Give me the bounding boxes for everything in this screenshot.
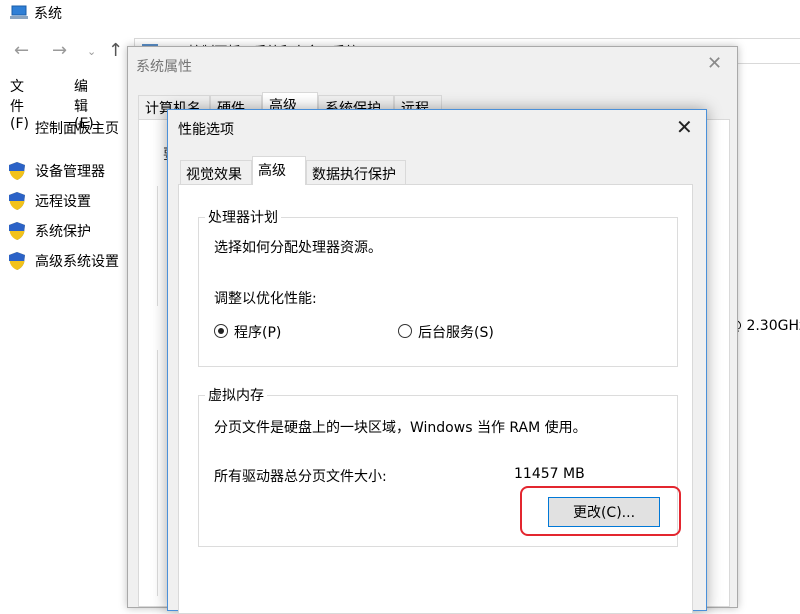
group-border [157, 486, 158, 596]
group-border [157, 350, 158, 490]
recent-locations-button[interactable]: ⌄ [87, 45, 96, 58]
background-services-radio-option[interactable]: 后台服务(S) [398, 322, 528, 342]
menu-file[interactable]: 文件(F) [10, 76, 29, 132]
system-protection-label: 系统保护 [35, 224, 91, 240]
close-icon[interactable]: ✕ [676, 115, 693, 139]
computer-icon [10, 5, 28, 19]
tab-data-execution-prevention[interactable]: 数据执行保护 [306, 160, 406, 184]
total-paging-file-label: 所有驱动器总分页文件大小: [214, 469, 387, 485]
background-services-radio[interactable] [398, 324, 412, 338]
uac-shield-icon [9, 252, 25, 270]
radio-selected-dot [218, 328, 224, 334]
up-button[interactable]: ↑ [108, 40, 123, 61]
background-services-radio-label: 后台服务(S) [418, 325, 494, 341]
performance-options-dialog: 性能选项 ✕ 视觉效果 高级 数据执行保护 处理器计划 选择如何分配处理器资源。… [167, 109, 707, 614]
programs-radio-label: 程序(P) [234, 325, 282, 341]
processor-scheduling-group: 处理器计划 [198, 207, 678, 367]
remote-settings-label: 远程设置 [35, 194, 91, 210]
total-paging-file-value: 11457 MB [514, 466, 585, 482]
window-title-bar: 系统 [0, 0, 800, 30]
group-border [157, 186, 158, 306]
programs-radio-option[interactable]: 程序(P) [214, 322, 304, 342]
change-button[interactable]: 更改(C)... [548, 497, 660, 527]
uac-shield-icon [9, 222, 25, 240]
window-title: 系统 [34, 6, 62, 22]
adjust-performance-label: 调整以优化性能: [214, 291, 317, 307]
processor-info-text: @ 2.30GHz [728, 318, 800, 334]
uac-shield-icon [9, 192, 25, 210]
virtual-memory-legend: 虚拟内存 [208, 388, 264, 404]
close-icon[interactable]: ✕ [707, 53, 722, 74]
processor-scheduling-legend: 处理器计划 [208, 210, 278, 226]
processor-scheduling-description: 选择如何分配处理器资源。 [214, 240, 382, 256]
advanced-system-settings-label: 高级系统设置 [35, 254, 119, 270]
tab-advanced[interactable]: 高级 [252, 156, 306, 185]
tab-visual-effects[interactable]: 视觉效果 [180, 160, 252, 184]
system-properties-title: 系统属性 [136, 59, 192, 75]
performance-options-panel: 处理器计划 选择如何分配处理器资源。 调整以优化性能: 程序(P) 后台服务(S… [178, 184, 693, 614]
uac-shield-icon [9, 162, 25, 180]
device-manager-label: 设备管理器 [35, 164, 105, 180]
programs-radio[interactable] [214, 324, 228, 338]
forward-button[interactable]: → [52, 40, 67, 61]
control-panel-home-link[interactable]: 控制面板主页 [35, 118, 119, 138]
performance-options-title: 性能选项 [178, 122, 234, 138]
paging-file-description: 分页文件是硬盘上的一块区域，Windows 当作 RAM 使用。 [214, 420, 587, 436]
back-button[interactable]: ← [14, 40, 29, 61]
